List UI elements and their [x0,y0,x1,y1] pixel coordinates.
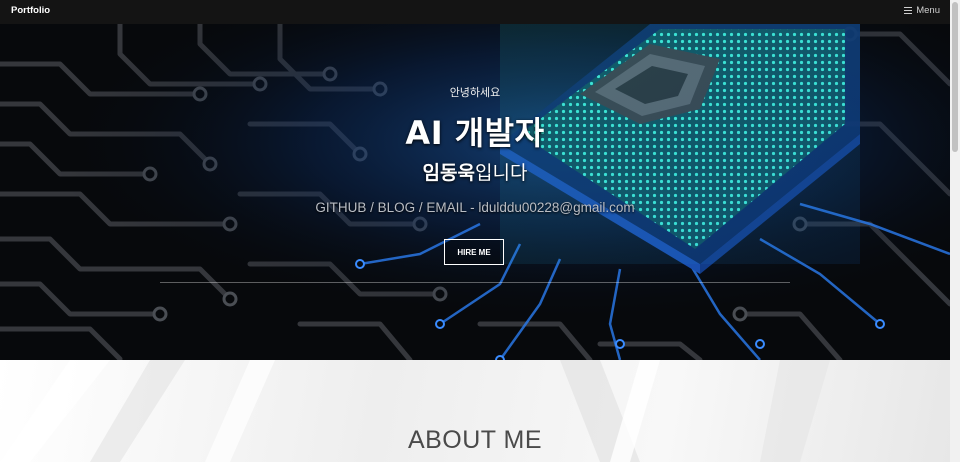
page-scrollbar[interactable] [950,0,960,462]
hero-subtitle: 임동욱입니다 [0,158,950,185]
scrollbar-thumb[interactable] [952,2,958,152]
about-title: ABOUT ME [407,426,543,454]
menu-button[interactable]: Menu [904,5,940,16]
hero-section: 안녕하세요 AI 개발자 임동욱입니다 GITHUB / BLOG / EMAI… [0,24,950,360]
greeting-text: 안녕하세요 [449,86,501,99]
brand-link[interactable]: Portfolio [11,5,50,16]
contact-links[interactable]: GITHUB / BLOG / EMAIL - ldulddu00228@gma… [0,200,950,215]
about-section: ABOUT ME [0,360,950,462]
hero-title: AI 개발자 [405,114,545,152]
menu-label: Menu [916,5,940,16]
hero-divider [160,282,790,283]
hamburger-icon [904,7,913,15]
hero-text: 안녕하세요 AI 개발자 임동욱입니다 GITHUB / BLOG / EMAI… [0,24,950,360]
hire-me-button[interactable]: HIRE ME [444,239,504,265]
top-navbar: Portfolio Menu [0,0,950,24]
hero-name-suffix: 입니다 [475,162,528,184]
hero-name: 임동욱 [422,162,475,184]
